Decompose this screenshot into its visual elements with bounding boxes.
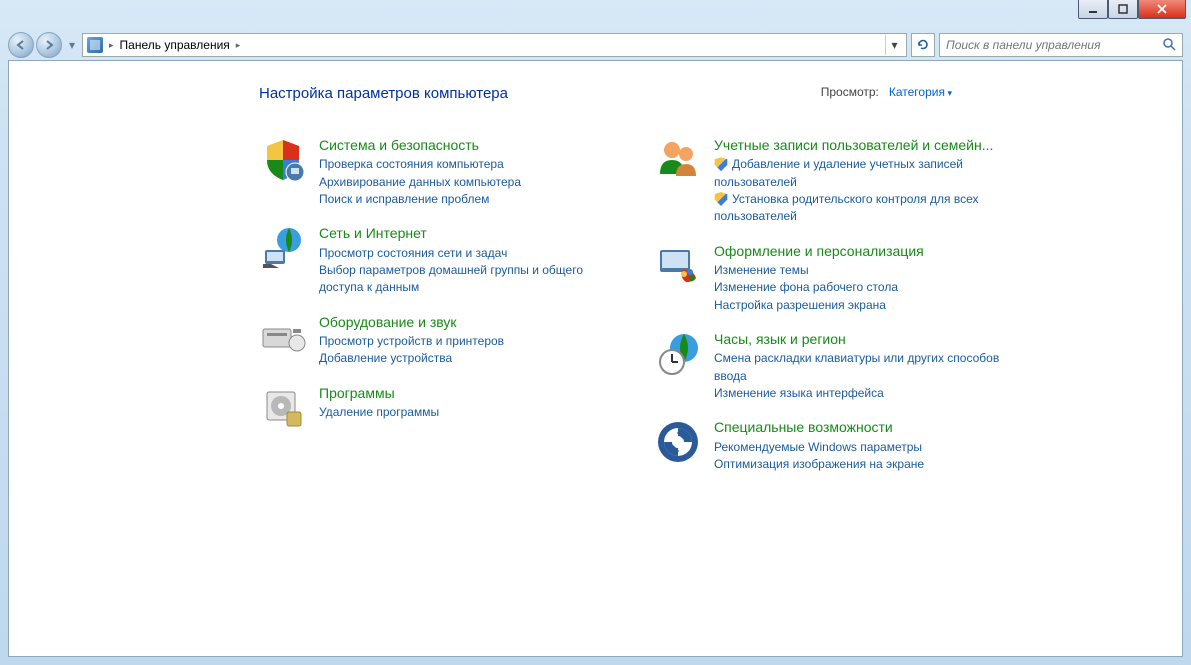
- category-title[interactable]: Специальные возможности: [714, 418, 1009, 436]
- view-dropdown[interactable]: Категория: [889, 85, 952, 99]
- appearance-icon: [654, 242, 702, 290]
- category-hardware: Оборудование и звук Просмотр устройств и …: [259, 313, 614, 368]
- task-link[interactable]: Добавление и удаление учетных записей по…: [714, 156, 1009, 191]
- category-clock: Часы, язык и регион Смена раскладки клави…: [654, 330, 1009, 402]
- category-title[interactable]: Программы: [319, 384, 614, 402]
- task-link[interactable]: Выбор параметров домашней группы и общег…: [319, 262, 614, 297]
- control-panel-icon: [87, 37, 103, 53]
- users-icon: [654, 136, 702, 184]
- task-link[interactable]: Смена раскладки клавиатуры или других сп…: [714, 350, 1009, 385]
- task-link[interactable]: Настройка разрешения экрана: [714, 297, 1009, 314]
- category-ease: Специальные возможности Рекомендуемые Win…: [654, 418, 1009, 473]
- task-link[interactable]: Проверка состояния компьютера: [319, 156, 614, 173]
- chevron-right-icon: ▸: [109, 40, 114, 51]
- nav-history-dropdown[interactable]: ▾: [66, 38, 78, 52]
- search-icon[interactable]: [1162, 37, 1176, 54]
- category-programs: Программы Удаление программы: [259, 384, 614, 432]
- category-title[interactable]: Система и безопасность: [319, 136, 614, 154]
- task-link[interactable]: Удаление программы: [319, 404, 614, 421]
- maximize-button[interactable]: [1108, 0, 1138, 19]
- forward-button[interactable]: [36, 32, 62, 58]
- clock-icon: [654, 330, 702, 378]
- task-link[interactable]: Архивирование данных компьютера: [319, 174, 614, 191]
- address-bar: ▾ ▸ Панель управления ▸ ▾: [8, 30, 1183, 60]
- window-controls: [1078, 0, 1186, 19]
- view-label: Просмотр:: [821, 85, 879, 99]
- category-shield-pc: Система и безопасность Проверка состояния…: [259, 136, 614, 208]
- category-title[interactable]: Оформление и персонализация: [714, 242, 1009, 260]
- task-link[interactable]: Изменение языка интерфейса: [714, 385, 1009, 402]
- category-appearance: Оформление и персонализация Изменение тем…: [654, 242, 1009, 314]
- breadcrumb-dropdown-controls: ▾: [885, 35, 903, 55]
- hardware-icon: [259, 313, 307, 361]
- breadcrumb-dropdown[interactable]: ▾: [885, 35, 903, 55]
- task-link[interactable]: Рекомендуемые Windows параметры: [714, 439, 1009, 456]
- programs-icon: [259, 384, 307, 432]
- network-icon: [259, 224, 307, 272]
- chevron-right-icon: ▸: [236, 40, 241, 51]
- category-title[interactable]: Часы, язык и регион: [714, 330, 1009, 348]
- task-link[interactable]: Поиск и исправление проблем: [319, 191, 614, 208]
- category-title[interactable]: Оборудование и звук: [319, 313, 614, 331]
- search-input[interactable]: [946, 38, 1162, 52]
- refresh-button[interactable]: [911, 33, 935, 57]
- ease-icon: [654, 418, 702, 466]
- search-box[interactable]: [939, 33, 1183, 57]
- close-button[interactable]: [1138, 0, 1186, 19]
- view-selector: Просмотр: Категория: [821, 85, 952, 99]
- category-title[interactable]: Учетные записи пользователей и семейн...: [714, 136, 1009, 154]
- content-panel: Настройка параметров компьютера Просмотр…: [8, 60, 1183, 657]
- category-title[interactable]: Сеть и Интернет: [319, 224, 614, 242]
- page-title: Настройка параметров компьютера: [259, 85, 1162, 102]
- shield-pc-icon: [259, 136, 307, 184]
- task-link[interactable]: Изменение темы: [714, 262, 1009, 279]
- task-link[interactable]: Оптимизация изображения на экране: [714, 456, 1009, 473]
- task-link[interactable]: Просмотр устройств и принтеров: [319, 333, 614, 350]
- back-button[interactable]: [8, 32, 34, 58]
- task-link[interactable]: Изменение фона рабочего стола: [714, 279, 1009, 296]
- task-link[interactable]: Добавление устройства: [319, 350, 614, 367]
- breadcrumb[interactable]: ▸ Панель управления ▸ ▾: [82, 33, 907, 57]
- task-link[interactable]: Просмотр состояния сети и задач: [319, 245, 614, 262]
- task-link[interactable]: Установка родительского контроля для все…: [714, 191, 1009, 226]
- minimize-button[interactable]: [1078, 0, 1108, 19]
- category-network: Сеть и Интернет Просмотр состояния сети и…: [259, 224, 614, 296]
- breadcrumb-item[interactable]: Панель управления: [120, 38, 230, 52]
- category-users: Учетные записи пользователей и семейн...…: [654, 136, 1009, 226]
